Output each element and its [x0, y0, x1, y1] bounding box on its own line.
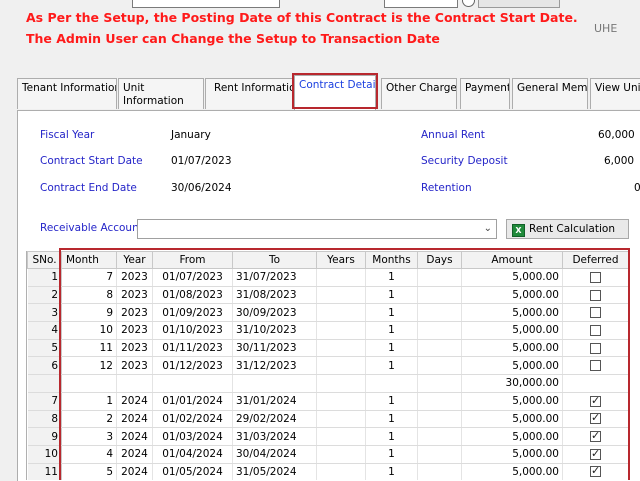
row-sno: 1 — [27, 268, 62, 287]
row-sno: 4 — [27, 321, 62, 340]
excel-icon: X — [512, 224, 525, 237]
tab-other-charges[interactable]: Other Charges — [381, 78, 457, 109]
tab-tenant-information[interactable]: Tenant Information — [17, 78, 117, 109]
top-button[interactable] — [478, 0, 560, 8]
annual-rent-value: 60,000 — [598, 129, 635, 141]
row-sno: 8 — [27, 410, 62, 429]
top-toolbar — [0, 0, 640, 8]
contract-start-date-label: Contract Start Date — [40, 155, 143, 167]
active-tab-highlight — [292, 73, 378, 109]
receivable-account-label: Receivable Account — [40, 222, 143, 234]
col-sno[interactable]: SNo. — [27, 251, 62, 269]
row-sno: 10 — [27, 445, 62, 464]
row-sno: 5 — [27, 339, 62, 358]
fiscal-year-label: Fiscal Year — [40, 129, 95, 141]
rent-calculation-label: Rent Calculation — [529, 223, 615, 235]
account-field[interactable] — [384, 0, 458, 8]
contract-end-date-label: Contract End Date — [40, 182, 137, 194]
radio-button[interactable] — [462, 0, 475, 7]
tab-general-memo[interactable]: General Memo — [512, 78, 588, 109]
security-deposit-value: 6,000 — [604, 155, 635, 167]
contract-start-date-value: 01/07/2023 — [171, 155, 232, 167]
row-sno: 3 — [27, 303, 62, 323]
row-sno: 2 — [27, 286, 62, 305]
grid-highlight — [59, 248, 630, 480]
tab-view-unit[interactable]: View Uni — [590, 78, 640, 109]
security-deposit-label: Security Deposit — [421, 155, 508, 167]
row-sno: 9 — [27, 427, 62, 446]
fiscal-year-value: January — [171, 129, 211, 141]
row-sno: 7 — [27, 392, 62, 411]
retention-label: Retention — [421, 182, 472, 194]
annual-rent-label: Annual Rent — [421, 129, 485, 141]
row-sno: 11 — [27, 463, 62, 480]
posting-date-warning: As Per the Setup, the Posting Date of th… — [26, 10, 578, 25]
chevron-down-icon[interactable]: ⌄ — [484, 223, 492, 234]
row-sno — [27, 374, 62, 393]
rent-calculation-button[interactable]: X Rent Calculation — [506, 219, 629, 239]
corner-text: UHE — [594, 22, 618, 35]
tab-payment[interactable]: Payment — [460, 78, 510, 109]
tab-rent-information[interactable]: Rent Information — [205, 78, 293, 109]
receivable-account-select[interactable]: ⌄ — [137, 219, 497, 239]
contract-end-date-value: 30/06/2024 — [171, 182, 232, 194]
contract-number-field[interactable] — [132, 0, 280, 8]
row-sno: 6 — [27, 356, 62, 376]
retention-value: 0 — [634, 182, 640, 194]
admin-setup-warning: The Admin User can Change the Setup to T… — [26, 31, 440, 46]
tab-unit-information[interactable]: Unit Information — [118, 78, 204, 109]
